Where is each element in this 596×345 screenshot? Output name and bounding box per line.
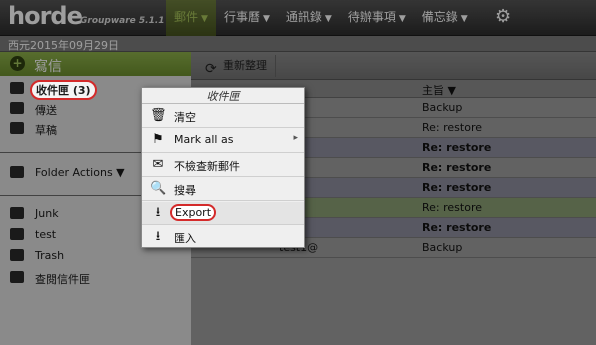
menu-empty-folder[interactable]: 🗑 清空 — [142, 105, 304, 127]
column-subject-label: 主旨 — [422, 84, 444, 97]
folder-add-icon — [10, 271, 24, 283]
menu-search-label: 搜尋 — [174, 184, 196, 197]
menu-no-check-mail[interactable]: ✉ 不檢查新郵件 — [142, 154, 304, 176]
menu-mark-all-as[interactable]: ⚑ Mark all as ▸ — [142, 129, 304, 151]
menu-calendar[interactable]: 行事曆 ▼ — [216, 0, 278, 36]
menu-divider — [142, 200, 304, 201]
menu-empty-label: 清空 — [174, 111, 196, 124]
folder-sent-label: 傳送 — [35, 104, 57, 117]
message-subject: Re: restore — [422, 121, 482, 134]
menu-mail-label: 郵件 — [174, 10, 199, 24]
menu-contacts-label: 通訊錄 — [285, 10, 322, 24]
search-icon: 🔍 — [150, 181, 167, 196]
upload-icon: ⭳ — [155, 229, 161, 244]
menu-mail[interactable]: 郵件 ▼ — [166, 0, 216, 36]
menu-import[interactable]: ⭳ 匯入 — [142, 226, 304, 248]
folder-icon — [10, 207, 24, 219]
message-subject: Re: restore — [422, 181, 492, 194]
date-bar: 西元2015年09月29日 — [0, 36, 596, 52]
message-subject: Re: restore — [422, 201, 482, 214]
menu-notes[interactable]: 備忘錄 ▼ — [414, 0, 476, 36]
folder-inbox-label: 收件匣 (3) — [30, 80, 97, 100]
folder-junk-label: Junk — [35, 207, 59, 220]
horde-logo[interactable]: horde — [8, 2, 83, 30]
toolbar: ⟳ 重新整理 — [191, 52, 596, 80]
envelope-icon: ✉ — [152, 157, 164, 172]
folder-browse-label: 查閱信件匣 — [35, 273, 90, 286]
message-subject: Backup — [422, 241, 463, 254]
chevron-down-icon: ▼ — [398, 14, 406, 24]
message-subject: Backup — [422, 101, 463, 114]
menu-divider — [142, 152, 304, 153]
app-version: Groupware 5.1.1 — [80, 16, 165, 26]
current-date: 西元2015年09月29日 — [8, 39, 119, 52]
sent-icon — [10, 102, 24, 114]
plus-icon: + — [10, 56, 25, 71]
compose-label: 寫信 — [34, 59, 62, 75]
menu-export[interactable]: ⭳ Export — [142, 202, 304, 224]
menu-export-label: Export — [170, 204, 217, 221]
inbox-name: 收件匣 — [36, 84, 69, 97]
menu-import-label: 匯入 — [174, 232, 196, 245]
folder-icon — [10, 249, 24, 261]
inbox-icon — [10, 82, 24, 94]
main-menu: 郵件 ▼ 行事曆 ▼ 通訊錄 ▼ 待辦事項 ▼ 備忘錄 ▼ — [166, 0, 476, 36]
column-subject[interactable]: 主旨 ▼ — [422, 82, 456, 98]
chevron-down-icon: ▼ — [460, 14, 468, 24]
top-bar: horde Groupware 5.1.1 郵件 ▼ 行事曆 ▼ 通訊錄 ▼ 待辦事項… — [0, 0, 596, 36]
chevron-down-icon: ▼ — [324, 14, 332, 24]
sort-down-icon: ▼ — [447, 84, 456, 97]
menu-calendar-label: 行事曆 — [223, 10, 260, 24]
refresh-icon: ⟳ — [205, 61, 217, 77]
menu-notes-label: 備忘錄 — [421, 10, 458, 24]
folder-drafts-label: 草稿 — [35, 124, 57, 137]
folder-context-menu: 收件匣 🗑 清空 ⚑ Mark all as ▸ ✉ 不檢查新郵件 🔍 搜尋 ⭳… — [141, 87, 305, 248]
menu-tasks-label: 待辦事項 — [347, 10, 396, 24]
message-subject: Re: restore — [422, 221, 492, 234]
chevron-down-icon: ▼ — [262, 14, 270, 24]
folder-test-label: test — [35, 228, 57, 241]
message-subject: Re: restore — [422, 161, 492, 174]
menu-divider — [142, 224, 304, 225]
folder-trash[interactable]: Trash — [0, 246, 191, 266]
trash-icon: 🗑 — [150, 108, 167, 123]
submenu-arrow-icon: ▸ — [293, 133, 298, 143]
folder-actions-text: Folder Actions — [35, 166, 113, 179]
folder-icon — [10, 228, 24, 240]
refresh-button[interactable]: ⟳ 重新整理 — [199, 55, 276, 77]
folder-actions-label: Folder Actions ▼ — [35, 166, 125, 179]
compose-button[interactable]: + 寫信 — [0, 52, 191, 76]
message-subject: Re: restore — [422, 141, 492, 154]
flag-icon: ⚑ — [152, 132, 164, 147]
menu-divider — [142, 127, 304, 128]
chevron-down-icon: ▼ — [116, 166, 125, 179]
folder-browse[interactable]: 查閱信件匣 — [0, 268, 191, 288]
folder-icon — [10, 166, 24, 178]
context-menu-title: 收件匣 — [142, 88, 304, 104]
chevron-down-icon: ▼ — [201, 14, 208, 24]
menu-mark-all-label: Mark all as — [174, 133, 234, 146]
menu-contacts[interactable]: 通訊錄 ▼ — [278, 0, 340, 36]
inbox-count: (3) — [72, 84, 91, 97]
folder-trash-label: Trash — [35, 249, 65, 262]
menu-tasks[interactable]: 待辦事項 ▼ — [340, 0, 414, 36]
gear-icon[interactable]: ⚙ — [495, 6, 511, 27]
download-icon: ⭳ — [155, 205, 161, 220]
menu-no-check-label: 不檢查新郵件 — [174, 160, 240, 173]
drafts-icon — [10, 122, 24, 134]
menu-search[interactable]: 🔍 搜尋 — [142, 178, 304, 200]
menu-divider — [142, 176, 304, 177]
refresh-label: 重新整理 — [223, 59, 267, 72]
